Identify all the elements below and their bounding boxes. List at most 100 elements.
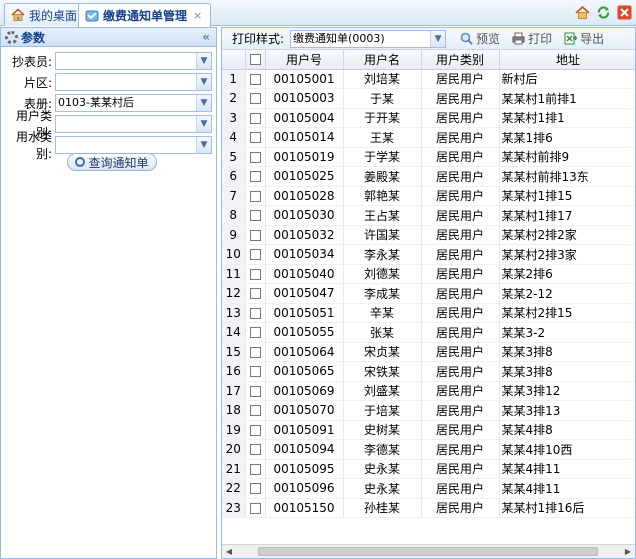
print-button[interactable]: 打印 — [512, 30, 552, 47]
table-row[interactable]: 10 00105034 李永某 居民用户 某某村2排3家 — [222, 244, 635, 265]
table-row[interactable]: 4 00105014 王某 居民用户 某某1排6 — [222, 127, 635, 148]
row-checkbox[interactable] — [249, 190, 261, 202]
row-select-cell[interactable] — [245, 420, 266, 440]
table-row[interactable]: 11 00105040 刘德某 居民用户 某某2排6 — [222, 264, 635, 284]
row-checkbox[interactable] — [249, 268, 261, 280]
chevron-down-icon[interactable]: ▼ — [196, 95, 211, 111]
tab-payment-notice[interactable]: 缴费通知单管理 × — [78, 3, 212, 27]
scroll-left-icon[interactable]: ◀ — [222, 545, 236, 558]
print-style-select[interactable]: 缴费通知单(0003) ▼ — [290, 29, 447, 48]
water-type-select[interactable]: ▼ — [55, 136, 212, 154]
export-button[interactable]: 导出 — [564, 30, 604, 47]
row-select-cell[interactable] — [245, 225, 266, 245]
table-row[interactable]: 17 00105069 刘盛某 居民用户 某某3排12 — [222, 381, 635, 401]
row-checkbox[interactable] — [249, 288, 261, 300]
table-row[interactable]: 8 00105030 王占某 居民用户 某某村1排17 — [222, 205, 635, 226]
row-checkbox[interactable] — [249, 151, 261, 163]
row-select-cell[interactable] — [245, 283, 266, 304]
chevron-down-icon[interactable]: ▼ — [430, 30, 446, 47]
row-select-cell[interactable] — [245, 108, 266, 128]
row-checkbox[interactable] — [249, 307, 261, 319]
column-header[interactable]: 用户号 — [265, 50, 344, 70]
row-checkbox[interactable] — [249, 132, 261, 144]
user-type-select[interactable]: ▼ — [55, 115, 212, 133]
row-select-cell[interactable] — [245, 186, 266, 206]
area-select[interactable]: ▼ — [55, 73, 212, 91]
row-checkbox[interactable] — [249, 93, 261, 105]
select-all-header[interactable] — [245, 50, 266, 70]
row-select-cell[interactable] — [245, 205, 266, 226]
row-select-cell[interactable] — [245, 147, 266, 167]
row-select-cell[interactable] — [245, 127, 266, 148]
row-checkbox[interactable] — [249, 112, 261, 124]
table-row[interactable]: 16 00105065 宋铁某 居民用户 某某3排8 — [222, 361, 635, 382]
row-select-cell[interactable] — [245, 69, 266, 89]
row-select-cell[interactable] — [245, 400, 266, 421]
table-row[interactable]: 13 00105051 辛某 居民用户 某某村2排15 — [222, 303, 635, 323]
scroll-thumb[interactable] — [258, 547, 598, 556]
row-select-cell[interactable] — [245, 264, 266, 284]
chevron-down-icon[interactable]: ▼ — [196, 116, 211, 132]
tab-my-desktop[interactable]: 我的桌面 — [4, 3, 87, 26]
row-checkbox[interactable] — [249, 73, 261, 85]
row-select-cell[interactable] — [245, 342, 266, 362]
table-row[interactable]: 7 00105028 郭艳某 居民用户 某某村1排15 — [222, 186, 635, 206]
table-row[interactable]: 14 00105055 张某 居民用户 某某3-2 — [222, 322, 635, 343]
table-row[interactable]: 5 00105019 于学某 居民用户 某某村前排9 — [222, 147, 635, 167]
row-select-cell[interactable] — [245, 381, 266, 401]
table-row[interactable]: 12 00105047 李成某 居民用户 某某2-12 — [222, 283, 635, 304]
query-notice-button[interactable]: 查询通知单 — [67, 153, 157, 171]
row-select-cell[interactable] — [245, 361, 266, 382]
table-row[interactable]: 22 00105096 史永某 居民用户 某某4排11 — [222, 478, 635, 499]
row-checkbox[interactable] — [249, 424, 261, 436]
row-checkbox[interactable] — [249, 463, 261, 475]
column-header[interactable]: 用户类别 — [421, 50, 500, 70]
row-checkbox[interactable] — [249, 210, 261, 222]
row-select-cell[interactable] — [245, 498, 266, 518]
row-select-cell[interactable] — [245, 244, 266, 265]
table-row[interactable]: 21 00105095 史永某 居民用户 某某4排11 — [222, 459, 635, 479]
refresh-icon[interactable] — [596, 5, 611, 20]
meter-reader-select[interactable]: ▼ — [55, 52, 212, 70]
column-header[interactable]: 地址 — [499, 50, 635, 70]
collapse-icon[interactable]: « — [202, 30, 210, 44]
chevron-down-icon[interactable]: ▼ — [196, 74, 211, 90]
row-checkbox[interactable] — [249, 229, 261, 241]
row-checkbox[interactable] — [249, 327, 261, 339]
chevron-down-icon[interactable]: ▼ — [196, 137, 211, 153]
column-header[interactable]: 用户名 — [343, 50, 422, 70]
table-row[interactable]: 2 00105003 于某 居民用户 某某村1前排1 — [222, 88, 635, 109]
preview-button[interactable]: 预览 — [460, 30, 500, 47]
chevron-down-icon[interactable]: ▼ — [196, 53, 211, 69]
row-checkbox[interactable] — [249, 171, 261, 183]
row-select-cell[interactable] — [245, 88, 266, 109]
horizontal-scrollbar[interactable]: ◀ ▶ — [222, 544, 635, 558]
row-checkbox[interactable] — [249, 502, 261, 514]
row-checkbox[interactable] — [249, 249, 261, 261]
row-checkbox[interactable] — [249, 483, 261, 495]
table-row[interactable]: 23 00105150 孙桂某 居民用户 某某村1排16后 — [222, 498, 635, 518]
book-select[interactable]: 0103-某某村后 ▼ — [55, 94, 212, 112]
row-select-cell[interactable] — [245, 459, 266, 479]
row-checkbox[interactable] — [249, 346, 261, 358]
row-select-cell[interactable] — [245, 166, 266, 187]
close-all-icon[interactable] — [617, 5, 632, 20]
row-select-cell[interactable] — [245, 478, 266, 499]
scroll-right-icon[interactable]: ▶ — [621, 545, 635, 558]
row-checkbox[interactable] — [249, 444, 261, 456]
table-row[interactable]: 20 00105094 李德某 居民用户 某某4排10西 — [222, 439, 635, 460]
row-select-cell[interactable] — [245, 322, 266, 343]
table-row[interactable]: 15 00105064 宋贞某 居民用户 某某3排8 — [222, 342, 635, 362]
close-icon[interactable]: × — [193, 9, 202, 22]
table-row[interactable]: 3 00105004 于开某 居民用户 某某村1排1 — [222, 108, 635, 128]
select-all-checkbox[interactable] — [249, 54, 261, 66]
row-select-cell[interactable] — [245, 439, 266, 460]
table-row[interactable]: 6 00105025 姜殿某 居民用户 某某村前排13东 — [222, 166, 635, 187]
row-checkbox[interactable] — [249, 366, 261, 378]
table-row[interactable]: 9 00105032 许国某 居民用户 某某村2排2家 — [222, 225, 635, 245]
table-row[interactable]: 18 00105070 于培某 居民用户 某某3排13 — [222, 400, 635, 421]
table-row[interactable]: 19 00105091 史树某 居民用户 某某4排8 — [222, 420, 635, 440]
row-checkbox[interactable] — [249, 385, 261, 397]
table-row[interactable]: 1 00105001 刘培某 居民用户 新村后 — [222, 69, 635, 89]
row-select-cell[interactable] — [245, 303, 266, 323]
